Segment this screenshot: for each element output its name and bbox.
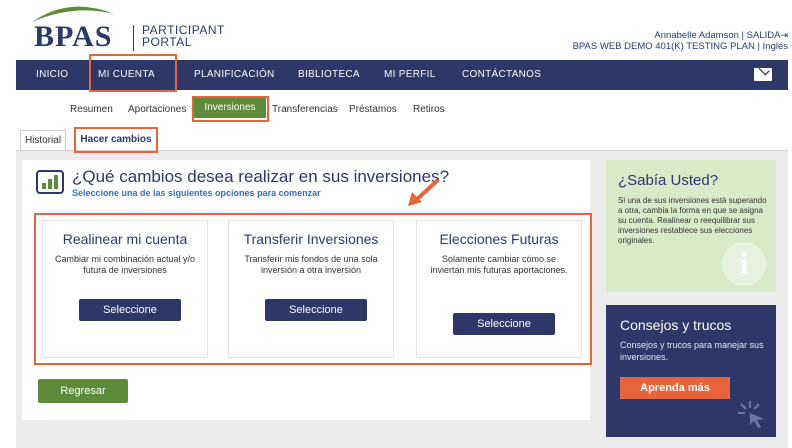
option-card-realinear: Realinear mi cuenta Cambiar mi combinaci… [42,220,208,358]
option-card-futuras: Elecciones Futuras Solamente cambiar cóm… [416,220,582,358]
option-text: Transferir mis fondos de una sola invers… [244,254,378,275]
tips-tricks-box: Consejos y trucos Consejos y trucos para… [606,305,776,437]
nav-item-biblioteca[interactable]: BIBLIOTECA [298,60,360,90]
arrow-icon [408,178,440,206]
highlight-inversiones [192,96,269,122]
nav-item-contactanos[interactable]: CONTÁCTANOS [462,60,541,90]
option-text: Cambiar mi combinación actual y/o futura… [54,254,196,275]
logo-portal: PARTICIPANT PORTAL [142,24,225,48]
logout-link[interactable]: SALIDA [747,30,781,41]
question-title: ¿Qué cambios desea realizar en sus inver… [72,167,450,186]
plan-name: BPAS WEB DEMO 401(K) TESTING PLAN [572,41,755,52]
subnav-transferencias[interactable]: Transferencias [272,104,338,115]
tip-title: ¿Sabía Usted? [618,172,719,189]
subnav-resumen[interactable]: Resumen [70,104,113,115]
learn-more-button[interactable]: Aprenda más [620,377,730,399]
back-button[interactable]: Regresar [38,379,128,403]
tip-text: Si una de sus inversiones está superando… [618,196,767,245]
tab-historial[interactable]: Historial [20,130,66,150]
user-info: Annabelle Adamson | SALIDA⇥ BPAS WEB DEM… [573,30,788,52]
click-icon [738,401,764,428]
chart-icon-bar [42,183,46,189]
nav-item-mi-perfil[interactable]: MI PERFIL [384,60,436,90]
highlight-hacer-cambios [74,127,158,153]
subnav-prestamos[interactable]: Préstamos [349,104,397,115]
select-button-realinear[interactable]: Seleccione [79,299,181,321]
tricks-text: Consejos y trucos para manejar sus inver… [620,340,764,362]
chart-icon-bar [54,175,58,189]
select-button-futuras[interactable]: Seleccione [453,313,555,335]
subnav-aportaciones[interactable]: Aportaciones [128,104,186,115]
logout-icon[interactable]: ⇥ [780,30,788,40]
nav-item-inicio[interactable]: INICIO [36,60,68,90]
option-title: Transferir Inversiones [243,231,379,247]
mail-icon[interactable] [754,68,772,81]
option-title: Elecciones Futuras [439,231,559,247]
question-subtitle: Seleccione una de las siguientes opcione… [72,188,321,198]
logo-text: BPAS [34,20,113,53]
user-separator: | [741,30,745,41]
page: BPAS PARTICIPANT PORTAL Annabelle Adamso… [8,0,788,448]
chart-icon-bar [48,179,52,189]
info-icon: i [722,242,766,286]
chart-icon [36,170,64,194]
nav-item-planificacion[interactable]: PLANIFICACIÓN [194,60,275,90]
user-name: Annabelle Adamson [654,30,739,41]
highlight-mi-cuenta [89,54,177,92]
header: BPAS PARTICIPANT PORTAL Annabelle Adamso… [8,0,788,60]
tricks-title: Consejos y trucos [620,317,732,333]
portal-line2: PORTAL [142,35,192,49]
option-text: Solamente cambiar cómo se inviertan mis … [430,254,568,275]
select-button-transferir[interactable]: Seleccione [265,299,367,321]
option-title: Realinear mi cuenta [62,231,188,247]
subnav-retiros[interactable]: Retiros [413,104,445,115]
option-card-transferir: Transferir Inversiones Transferir mis fo… [228,220,394,358]
plan-separator: | [757,41,760,52]
language-link[interactable]: Inglés [763,41,788,52]
logo-divider [133,25,134,51]
did-you-know-box: ¿Sabía Usted? Si una de sus inversiones … [606,160,776,292]
